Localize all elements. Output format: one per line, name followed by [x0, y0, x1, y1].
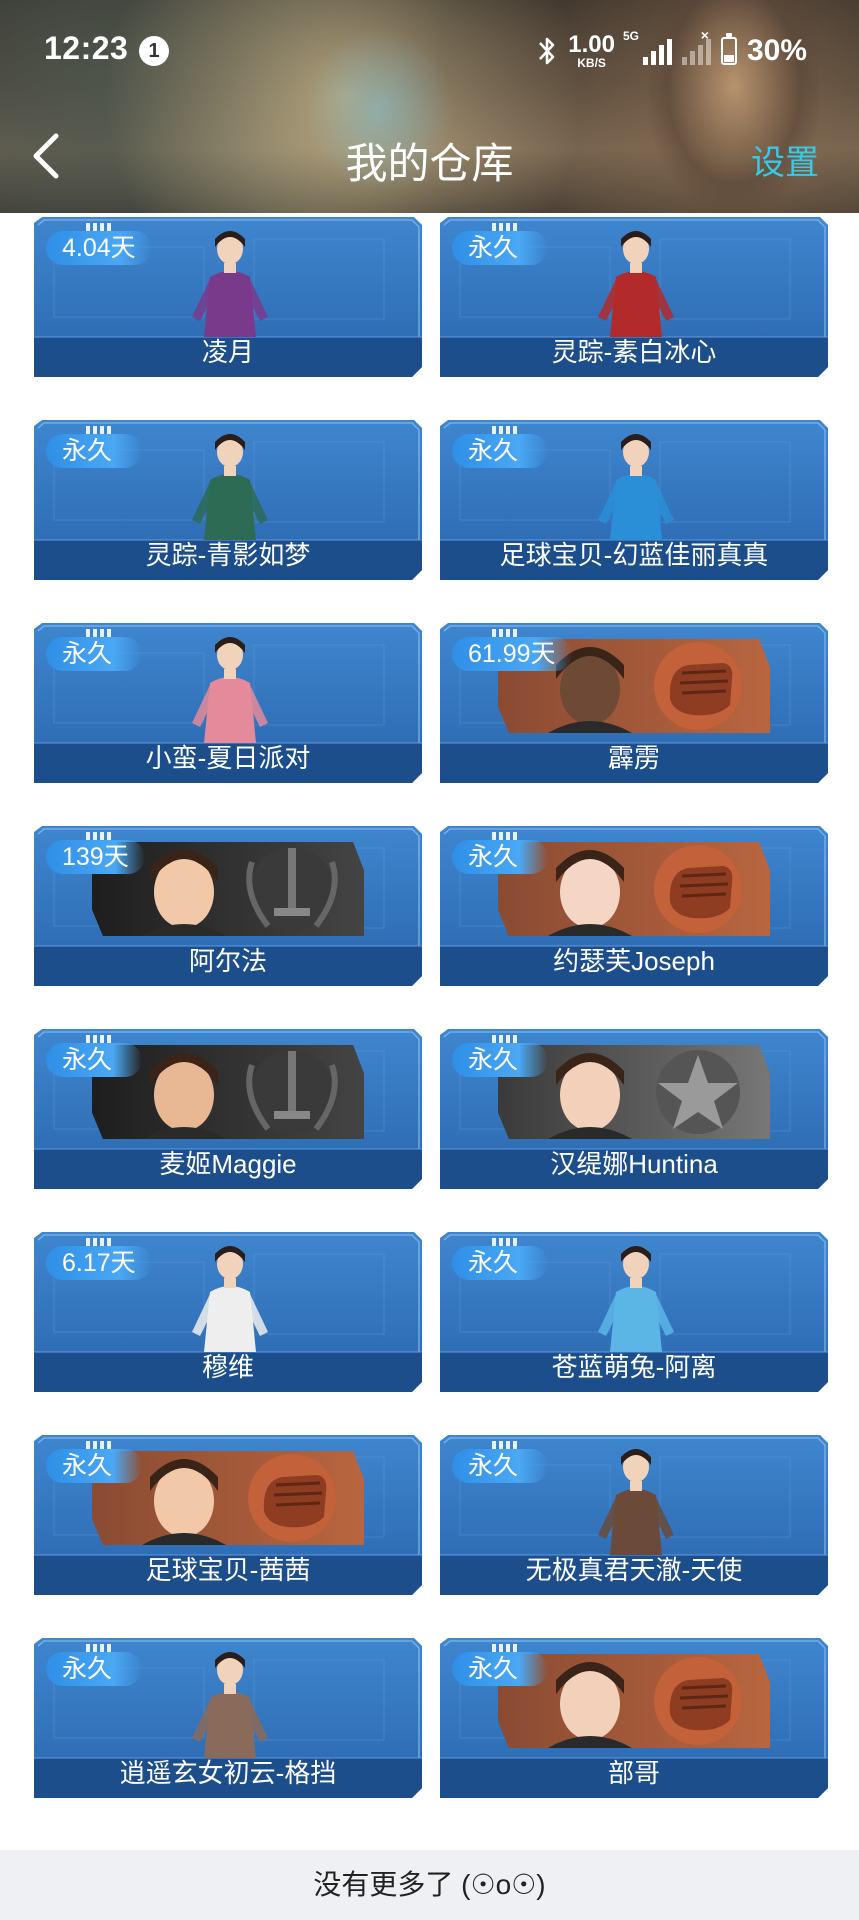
settings-button[interactable]: 设置: [751, 135, 819, 184]
bluetooth-icon: [539, 37, 555, 65]
duration-badge: 永久: [452, 1652, 548, 1686]
item-name: 灵踪-青影如梦: [145, 540, 311, 570]
header-banner: 12:23 1 1.00 KB/S 5G × 30% 我的仓库 设置: [0, 0, 859, 213]
red-dress-portrait-icon: [590, 227, 682, 337]
green-dress-portrait-icon: [184, 430, 276, 540]
item-name: 麦姬Maggie: [159, 1149, 297, 1179]
item-name: 汉缇娜Huntina: [550, 1149, 718, 1179]
duration-badge: 永久: [452, 1246, 548, 1280]
duration-badge: 6.17天: [46, 1246, 152, 1280]
white-suit-portrait-icon: [184, 1242, 276, 1352]
cellular-signal-icon: 5G: [623, 29, 672, 65]
duration-badge: 永久: [46, 434, 142, 468]
warehouse-item-card[interactable]: 61.99天霹雳: [440, 623, 828, 783]
duration-badge: 永久: [452, 434, 548, 468]
item-name: 苍蓝萌兔-阿离: [551, 1352, 717, 1382]
status-time: 12:23: [44, 30, 129, 66]
swordswoman-portrait-icon: [184, 1648, 276, 1758]
warehouse-item-card[interactable]: 永久苍蓝萌兔-阿离: [440, 1232, 828, 1392]
warehouse-item-card[interactable]: 永久无极真君天澈-天使: [440, 1435, 828, 1595]
armored-warrior-portrait-icon: [590, 1445, 682, 1555]
item-name: 部哥: [607, 1758, 660, 1788]
duration-badge: 139天: [46, 840, 145, 874]
duration-badge: 永久: [46, 637, 142, 671]
duration-badge: 永久: [46, 1449, 142, 1483]
warehouse-item-card[interactable]: 139天阿尔法: [34, 826, 422, 986]
warehouse-item-card[interactable]: 永久麦姬Maggie: [34, 1029, 422, 1189]
football-jersey-portrait-icon: [590, 430, 682, 540]
warehouse-item-card[interactable]: 永久逍遥玄女初云-格挡: [34, 1638, 422, 1798]
twin-tail-girl-portrait-icon: [590, 1242, 682, 1352]
item-name: 无极真君天澈-天使: [525, 1555, 743, 1585]
item-name: 足球宝贝-幻蓝佳丽真真: [499, 540, 769, 570]
warehouse-item-card[interactable]: 永久部哥: [440, 1638, 828, 1798]
duration-badge: 永久: [452, 231, 548, 265]
item-name: 穆维: [201, 1352, 254, 1382]
battery-percent: 30%: [746, 34, 807, 67]
duration-badge: 61.99天: [452, 637, 572, 671]
warehouse-item-card[interactable]: 永久足球宝贝-茜茜: [34, 1435, 422, 1595]
duration-badge: 4.04天: [46, 231, 152, 265]
duration-badge: 永久: [452, 1449, 548, 1483]
item-name: 足球宝贝-茜茜: [145, 1555, 311, 1585]
duration-badge: 永久: [452, 840, 548, 874]
duration-badge: 永久: [452, 1043, 548, 1077]
warehouse-item-card[interactable]: 永久足球宝贝-幻蓝佳丽真真: [440, 420, 828, 580]
duration-badge: 永久: [46, 1043, 142, 1077]
warehouse-item-card[interactable]: 4.04天凌月: [34, 217, 422, 377]
item-name: 灵踪-素白冰心: [551, 337, 717, 367]
notification-count-badge: 1: [139, 36, 169, 66]
item-name: 凌月: [201, 337, 254, 367]
battery-icon: [720, 33, 737, 65]
item-name: 霹雳: [607, 743, 660, 773]
item-name: 逍遥玄女初云-格挡: [119, 1758, 337, 1788]
secondary-signal-icon: ×: [681, 27, 711, 65]
warehouse-item-card[interactable]: 永久汉缇娜Huntina: [440, 1029, 828, 1189]
item-name: 阿尔法: [188, 946, 267, 976]
warehouse-item-card[interactable]: 永久小蛮-夏日派对: [34, 623, 422, 783]
status-bar: 12:23 1 1.00 KB/S 5G × 30%: [0, 0, 859, 100]
page-title: 我的仓库: [345, 140, 514, 187]
item-name: 小蛮-夏日派对: [145, 743, 311, 773]
status-icons: 1.00 KB/S 5G × 30%: [536, 27, 807, 72]
warehouse-item-card[interactable]: 永久约瑟芙Joseph: [440, 826, 828, 986]
summer-outfit-portrait-icon: [184, 633, 276, 743]
network-speed: 1.00 KB/S: [568, 31, 615, 70]
warehouse-item-card[interactable]: 永久灵踪-素白冰心: [440, 217, 828, 377]
warehouse-item-card[interactable]: 永久灵踪-青影如梦: [34, 420, 422, 580]
end-of-list-message: 没有更多了 (☉o☉): [0, 1850, 859, 1920]
warehouse-item-card[interactable]: 6.17天穆维: [34, 1232, 422, 1392]
duration-badge: 永久: [46, 1652, 142, 1686]
female-agent-portrait-icon: [184, 227, 276, 337]
item-name: 约瑟芙Joseph: [553, 946, 715, 976]
